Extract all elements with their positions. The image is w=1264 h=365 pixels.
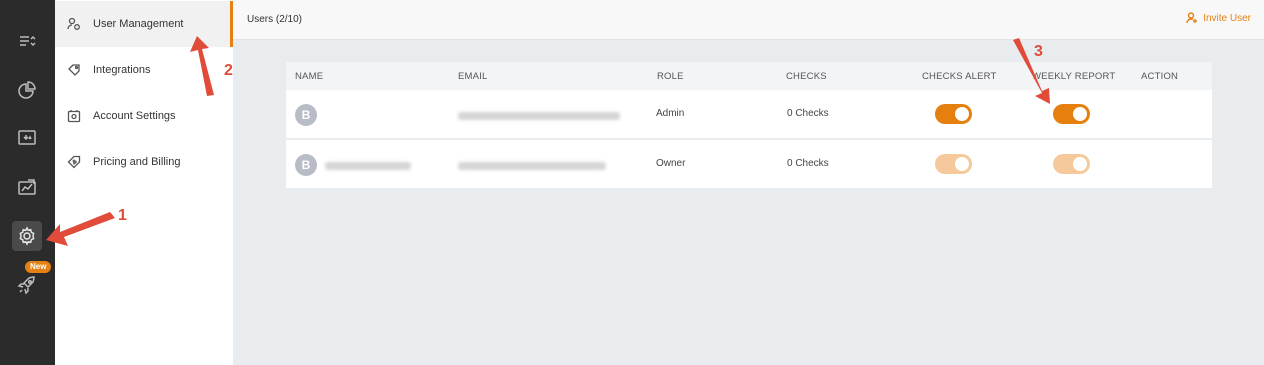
integrations-icon bbox=[68, 64, 80, 76]
column-header-name: NAME bbox=[295, 71, 324, 82]
subnav-item-integrations[interactable]: Integrations bbox=[55, 47, 233, 93]
redacted-email bbox=[458, 162, 606, 170]
filter-list-icon[interactable] bbox=[12, 26, 42, 56]
invite-user-button[interactable]: Invite User bbox=[1186, 12, 1251, 24]
account-settings-icon bbox=[67, 110, 81, 123]
table-row: B Admin 0 Checks bbox=[286, 90, 1212, 140]
user-role: Owner bbox=[656, 158, 686, 169]
subnav-label: User Management bbox=[93, 18, 184, 30]
column-header-checks: CHECKS bbox=[786, 71, 827, 82]
table-header: NAME EMAIL ROLE CHECKS CHECKS ALERT WEEK… bbox=[286, 62, 1212, 90]
icon-rail: New bbox=[0, 0, 55, 365]
avatar: B bbox=[295, 104, 317, 126]
rocket-icon[interactable] bbox=[12, 270, 42, 300]
checks-alert-toggle[interactable] bbox=[935, 104, 972, 124]
user-role: Admin bbox=[656, 108, 685, 119]
user-checks: 0 Checks bbox=[787, 158, 829, 169]
table-row: B Owner 0 Checks bbox=[286, 140, 1212, 190]
invite-user-label: Invite User bbox=[1203, 12, 1251, 24]
subnav-label: Integrations bbox=[93, 64, 151, 76]
column-header-email: EMAIL bbox=[458, 71, 488, 82]
subnav-label: Pricing and Billing bbox=[93, 156, 181, 168]
subnav-item-pricing-billing[interactable]: Pricing and Billing bbox=[55, 139, 233, 185]
monitor-icon[interactable] bbox=[12, 123, 42, 153]
redacted-name bbox=[325, 162, 411, 170]
annotation-number-2: 2 bbox=[224, 62, 233, 79]
column-header-checks-alert: CHECKS ALERT bbox=[922, 71, 997, 82]
pie-chart-icon[interactable] bbox=[12, 75, 42, 105]
subnav-item-account-settings[interactable]: Account Settings bbox=[55, 93, 233, 139]
page-title: Users (2/10) bbox=[247, 14, 303, 25]
gear-icon[interactable] bbox=[12, 221, 42, 251]
checks-alert-toggle[interactable] bbox=[935, 154, 972, 174]
subnav-label: Account Settings bbox=[93, 110, 176, 122]
pricing-billing-icon bbox=[67, 155, 81, 169]
user-checks: 0 Checks bbox=[787, 108, 829, 119]
subnav-item-user-management[interactable]: User Management bbox=[55, 1, 233, 47]
page-header: Users (2/10) Invite User bbox=[233, 0, 1264, 40]
column-header-role: ROLE bbox=[657, 71, 684, 82]
annotation-number-3: 3 bbox=[1034, 43, 1043, 60]
annotation-number-1: 1 bbox=[118, 207, 127, 224]
avatar: B bbox=[295, 154, 317, 176]
weekly-report-toggle[interactable] bbox=[1053, 154, 1090, 174]
user-management-icon bbox=[67, 17, 80, 30]
redacted-email bbox=[458, 112, 620, 120]
add-user-icon bbox=[1186, 12, 1198, 24]
analytics-icon[interactable] bbox=[12, 172, 42, 202]
column-header-action: ACTION bbox=[1141, 71, 1179, 82]
column-header-weekly-report: WEEKLY REPORT bbox=[1032, 71, 1116, 82]
users-table: NAME EMAIL ROLE CHECKS CHECKS ALERT WEEK… bbox=[286, 62, 1212, 190]
weekly-report-toggle[interactable] bbox=[1053, 104, 1090, 124]
settings-subnav: User Management Integrations Account Set… bbox=[55, 0, 233, 365]
